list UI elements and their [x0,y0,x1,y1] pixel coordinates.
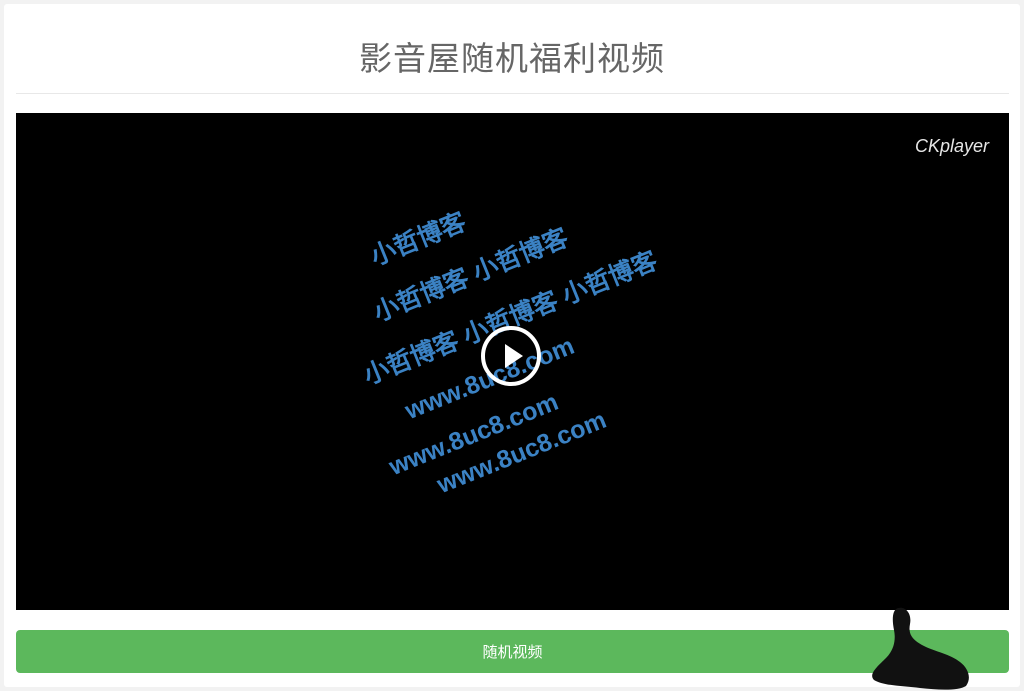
screenshot-smudge [872,607,969,690]
random-video-button[interactable]: 随机视频 [16,630,1009,673]
title-divider [16,93,1009,94]
video-player[interactable]: CKplayer 小哲博客 小哲博客 小哲博客 小哲博客 小哲博客 小哲博客 w… [16,113,1009,610]
page-title: 影音屋随机福利视频 [359,39,665,78]
play-button[interactable] [481,326,541,386]
play-circle-icon [505,344,523,368]
